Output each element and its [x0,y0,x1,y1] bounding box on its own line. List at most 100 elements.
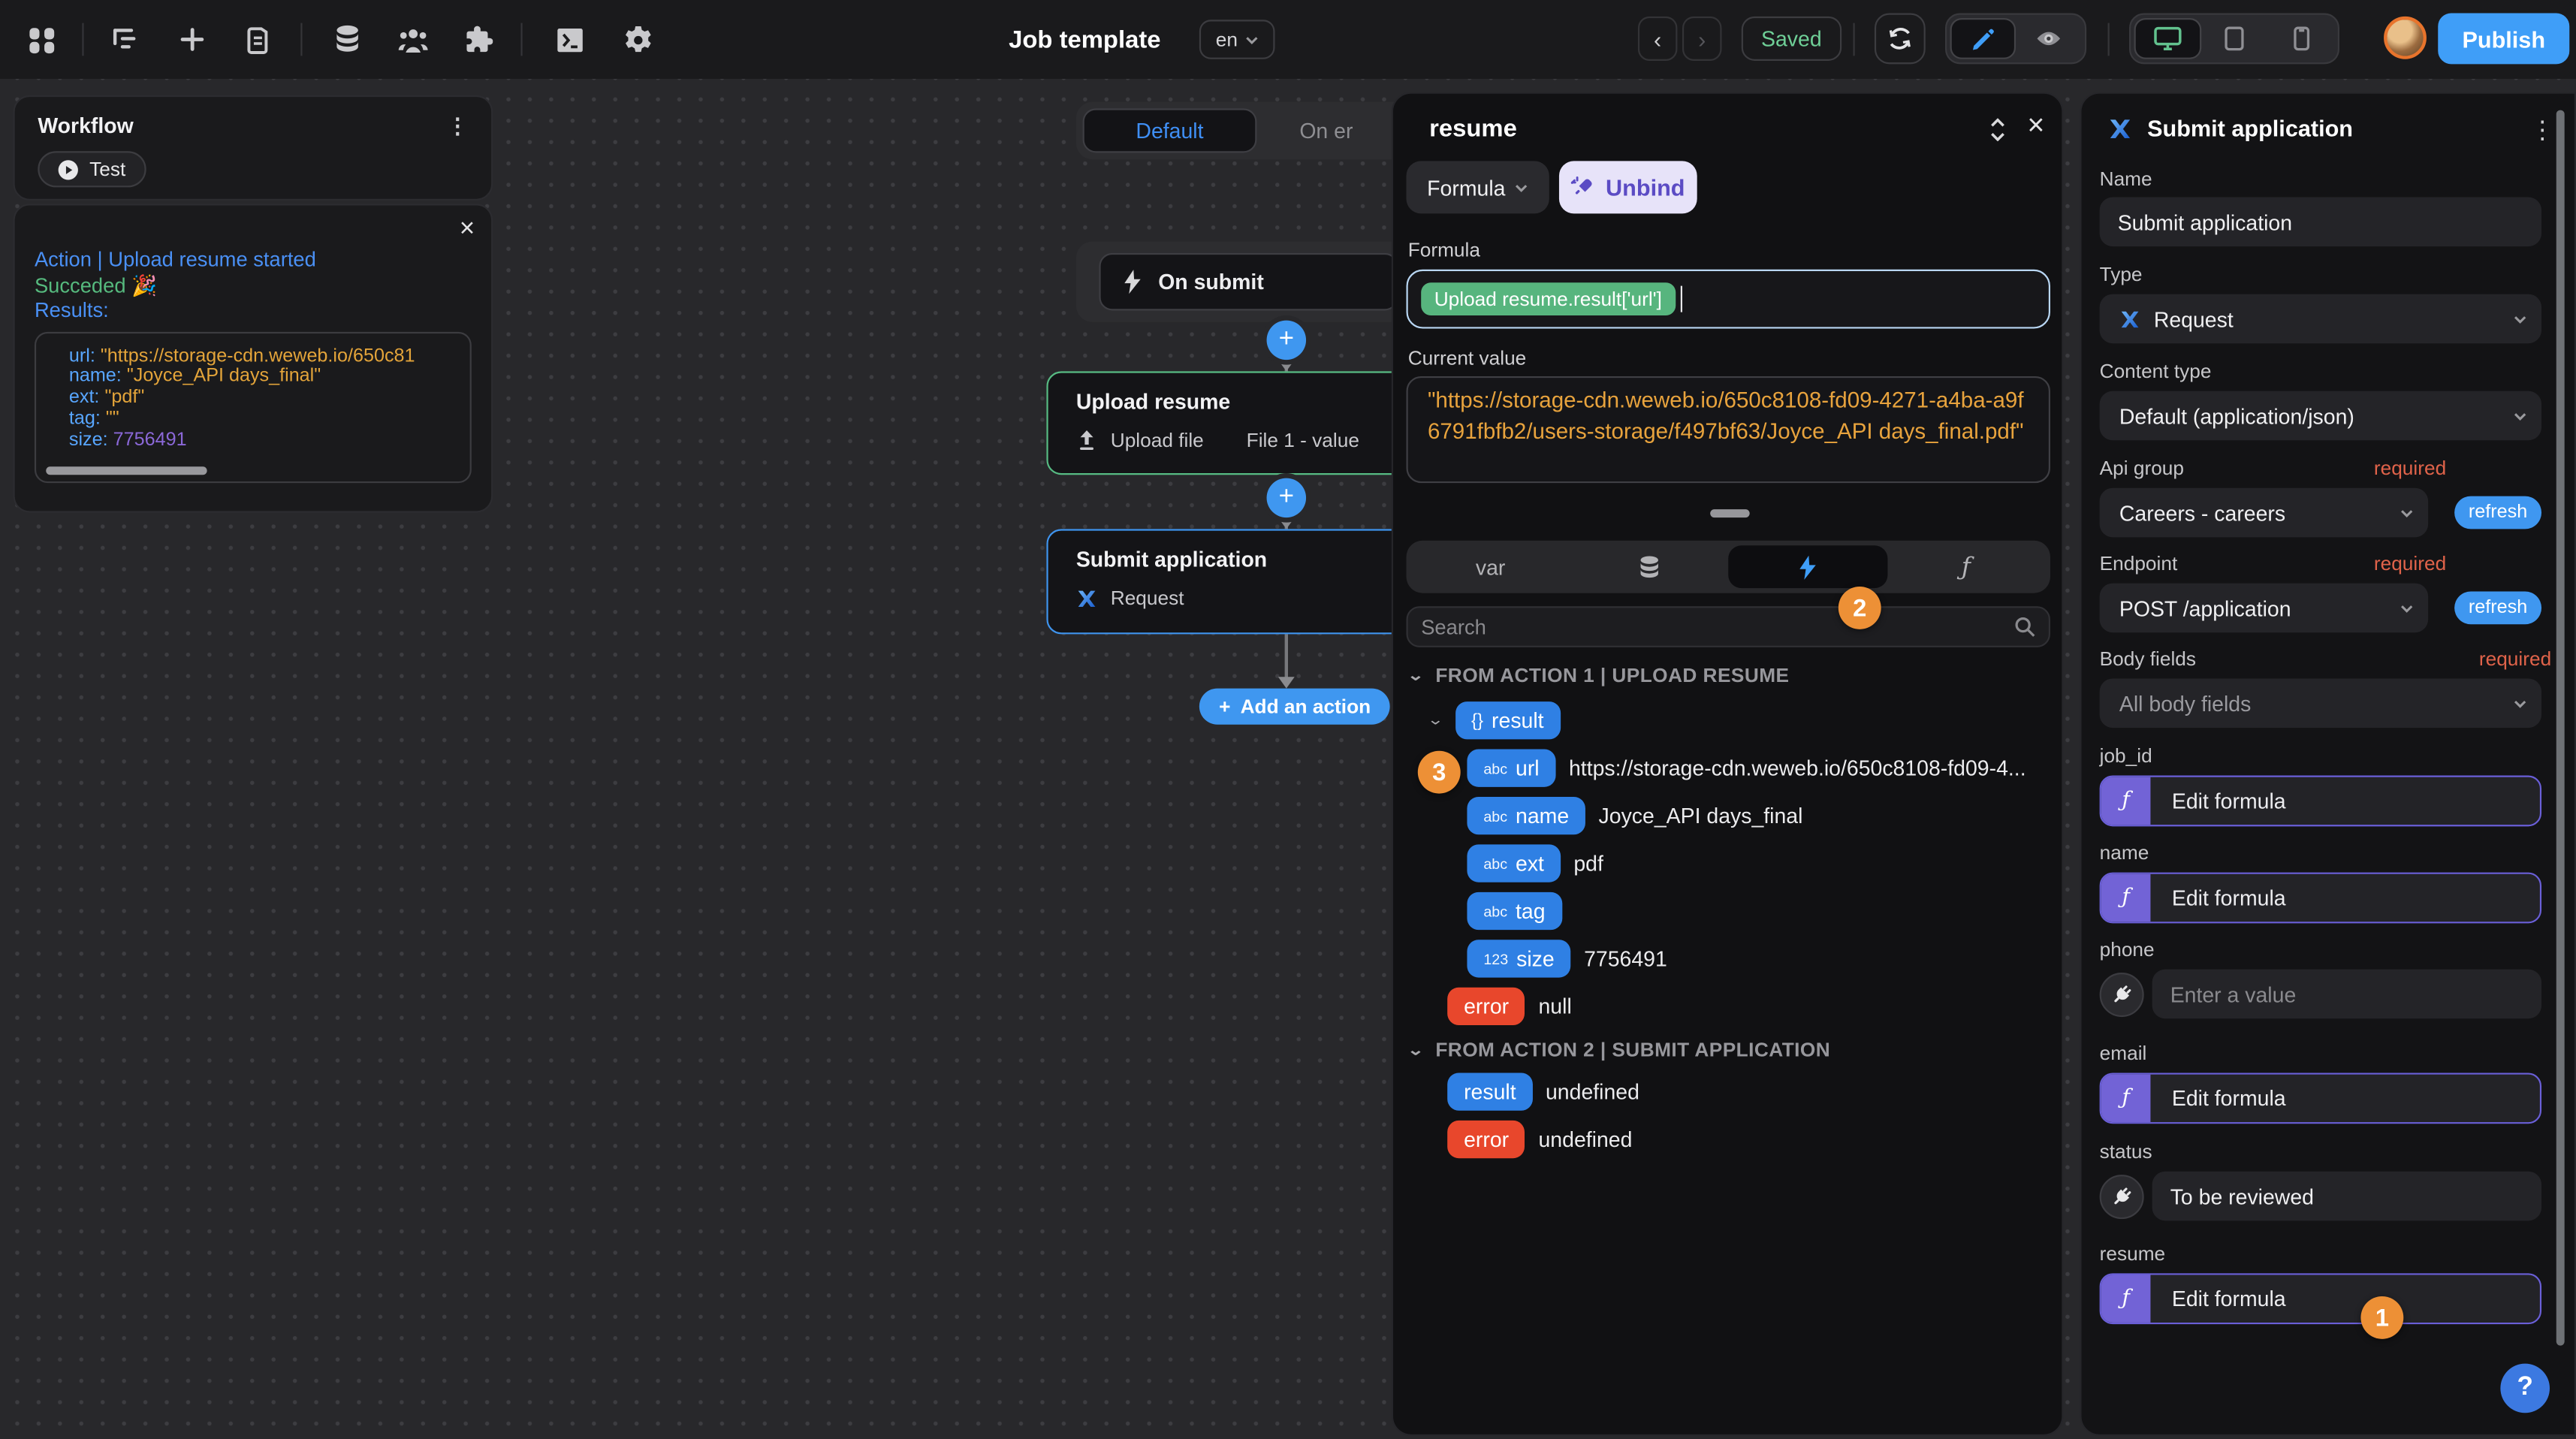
refresh-api-group-button[interactable]: refresh [2454,496,2541,529]
tree-section-header-2[interactable]: ⌄ FROM ACTION 2 | SUBMIT APPLICATION [1410,1036,1830,1063]
resume-formula-field[interactable]: ƒ Edit formula [2100,1273,2541,1324]
tree-row-result-2[interactable]: result undefined [1447,1072,1639,1110]
phone-input[interactable] [2152,970,2541,1019]
name-input[interactable] [2100,198,2541,247]
tree-row-error[interactable]: error null [1447,988,1572,1025]
api-group-select[interactable]: Careers - careers [2100,488,2429,538]
body-fields-select[interactable]: All body fields [2100,678,2541,728]
tree-value: null [1538,994,1571,1018]
close-icon[interactable]: × [460,216,475,245]
help-button[interactable]: ? [2500,1364,2550,1413]
type-tag: abc [1483,760,1507,777]
current-value-box: "https://storage-cdn.weweb.io/650c8108-f… [1407,376,2051,483]
horizontal-scrollbar[interactable] [46,466,207,474]
connector-arrow [1278,360,1295,371]
type-tag: abc [1483,903,1507,919]
kebab-menu-icon[interactable]: ⋮ [2530,115,2555,144]
chip-label: tag [1516,899,1546,924]
unbind-button[interactable]: Unbind [1559,161,1697,213]
tree-section-header-1[interactable]: ⌄ FROM ACTION 1 | UPLOAD RESUME [1410,662,1790,689]
xano-icon [2119,308,2140,329]
data-sources-icon[interactable] [318,0,374,79]
bind-status-button[interactable] [2100,1175,2144,1219]
formula-input[interactable]: Upload resume.result['url'] [1407,270,2051,329]
tab-variables[interactable]: var [1411,545,1570,588]
node-submit-application[interactable]: Submit application Request [1046,529,1413,634]
add-step-button-2[interactable]: + [1267,478,1307,518]
status-label: status [2100,1140,2152,1163]
add-action-button[interactable]: + Add an action [1199,689,1391,725]
refresh-endpoint-button[interactable]: refresh [2454,592,2541,625]
tree-row-ext[interactable]: abcext pdf [1467,844,1603,882]
name-formula-field[interactable]: ƒ Edit formula [2100,873,2541,924]
mobile-device-button[interactable] [2267,18,2334,59]
current-value-label: Current value [1408,347,1527,370]
chevron-down-icon [2514,699,2527,707]
page-tree-icon[interactable] [97,0,152,79]
tablet-device-button[interactable] [2201,18,2268,59]
tree-row-size[interactable]: 123size 7756491 [1467,940,1667,977]
binding-mode-value: Formula [1427,175,1505,200]
close-icon[interactable]: × [2027,108,2044,143]
log-key: ext: [69,388,100,407]
sync-button[interactable] [1875,14,1926,65]
settings-gear-icon[interactable] [610,0,665,79]
workflow-panel: Workflow ⋮ Test [14,95,493,201]
publish-button[interactable]: Publish [2438,14,2569,65]
tab-formulas[interactable]: ƒ [1887,545,2045,588]
upload-icon [1076,429,1097,452]
plugins-icon[interactable] [450,0,505,79]
job-id-formula-field[interactable]: ƒ Edit formula [2100,776,2541,827]
trigger-node-on-submit[interactable]: On submit [1099,253,1398,311]
tree-row-error-2[interactable]: error undefined [1447,1121,1632,1158]
number-chip: 123size [1467,940,1570,977]
tab-error-branch[interactable]: On er [1299,119,1353,143]
endpoint-select[interactable]: POST /application [2100,584,2429,633]
bind-phone-button[interactable] [2100,973,2144,1017]
chevron-down-icon: ⌄ [1407,1041,1425,1059]
resize-drag-handle[interactable] [1710,509,1750,517]
email-formula-field[interactable]: ƒ Edit formula [2100,1072,2541,1124]
test-workflow-button[interactable]: Test [38,151,146,187]
log-results-box[interactable]: url: "https://storage-cdn.weweb.io/650c8… [35,331,472,482]
tree-row-tag[interactable]: abctag [1467,892,1574,930]
node-upload-resume[interactable]: Upload resume Upload file File 1 - value [1046,371,1413,475]
preview-mode-button[interactable] [2016,18,2081,59]
expand-icon[interactable] [1989,119,2006,142]
trigger-label: On submit [1158,270,1264,294]
redo-forward-button[interactable]: › [1682,17,1722,61]
desktop-device-button[interactable] [2134,18,2201,59]
tree-row-url[interactable]: abcurl https://storage-cdn.weweb.io/650c… [1467,750,2026,787]
add-element-icon[interactable] [164,0,220,79]
tab-workflow-data[interactable] [1728,545,1887,588]
step-badge-1: 1 [2360,1296,2403,1339]
chevron-down-icon: ⌄ [1407,666,1425,684]
apps-grid-icon[interactable] [14,0,69,79]
terminal-icon[interactable] [542,0,598,79]
search-input[interactable] [1421,615,2014,638]
vertical-scrollbar[interactable] [2556,110,2565,1346]
undo-back-button[interactable]: ‹ [1638,17,1678,61]
users-icon[interactable] [385,0,440,79]
binding-mode-dropdown[interactable]: Formula [1407,161,1549,213]
edit-mode-button[interactable] [1950,18,2016,59]
type-tag: 123 [1483,950,1508,967]
tab-default-branch[interactable]: Default [1083,108,1257,152]
divider [2108,23,2110,56]
string-chip: abcext [1467,844,1560,882]
lightning-icon [1124,270,1142,294]
content-type-select[interactable]: Default (application/json) [2100,391,2541,441]
status-input[interactable] [2152,1172,2541,1221]
formula-token-chip[interactable]: Upload resume.result['url'] [1421,282,1675,315]
locale-dropdown[interactable]: en [1199,20,1275,59]
type-select[interactable]: Request [2100,294,2541,344]
avatar[interactable] [2384,17,2427,59]
document-icon[interactable] [230,0,285,79]
resume-label: resume [2100,1242,2166,1266]
kebab-menu-icon[interactable]: ⋮ [447,113,468,140]
tree-row-name[interactable]: abcname Joyce_API days_final [1467,797,1802,834]
object-chip: {}result [1455,701,1560,739]
tab-collections[interactable] [1570,545,1728,588]
tree-row-result[interactable]: ⌄ {}result [1429,701,1560,739]
add-step-button-1[interactable]: + [1267,321,1307,361]
